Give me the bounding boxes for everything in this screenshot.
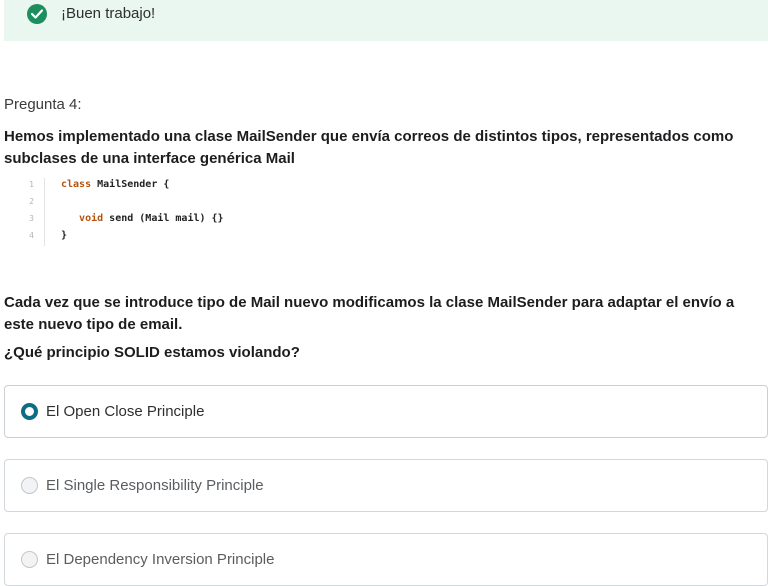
code-text: send (Mail mail) {} [103, 213, 224, 224]
radio-unselected-icon[interactable] [21, 477, 38, 494]
answer-label: El Single Responsibility Principle [46, 477, 264, 494]
answer-option-dependency-inversion[interactable]: El Dependency Inversion Principle [4, 533, 768, 586]
success-message: ¡Buen trabajo! [61, 5, 156, 22]
question-prompt: ¿Qué principio SOLID estamos violando? [4, 344, 300, 361]
answer-option-single-responsibility[interactable]: El Single Responsibility Principle [4, 459, 768, 512]
answer-option-open-close[interactable]: El Open Close Principle [4, 385, 768, 438]
answer-label: El Open Close Principle [46, 403, 205, 420]
code-line: 1 class MailSender { [20, 178, 320, 195]
code-text: MailSender { [91, 179, 170, 190]
code-line: 4 } [20, 229, 320, 246]
question-number: Pregunta 4: [4, 96, 82, 113]
code-block: 1 class MailSender { 2 3 void send (Mail… [20, 178, 320, 246]
question-context: Cada vez que se introduce tipo de Mail n… [4, 294, 735, 333]
line-number: 3 [29, 214, 34, 223]
line-number: 4 [29, 231, 34, 240]
code-keyword: class [61, 179, 92, 190]
answer-label: El Dependency Inversion Principle [46, 551, 275, 568]
success-alert: ¡Buen trabajo! [4, 0, 768, 41]
code-line: 2 [20, 195, 320, 212]
question-text: Hemos implementado una clase MailSender … [4, 128, 734, 167]
code-text: } [61, 230, 68, 241]
code-line: 3 void send (Mail mail) {} [20, 212, 320, 229]
radio-unselected-icon[interactable] [21, 551, 38, 568]
line-number: 2 [29, 197, 34, 206]
check-circle-icon [27, 4, 47, 24]
line-number: 1 [29, 180, 34, 189]
radio-selected-icon[interactable] [21, 403, 38, 420]
code-keyword: void [61, 213, 104, 224]
